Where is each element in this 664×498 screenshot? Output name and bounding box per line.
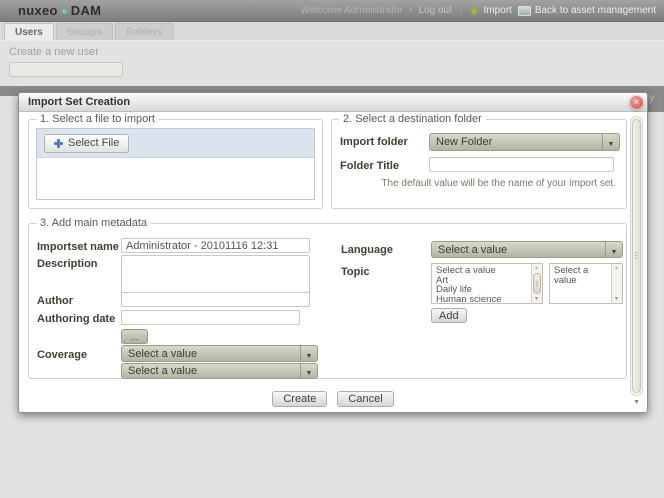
topic-options-list: Select a value Art Daily life Human scie… bbox=[432, 264, 531, 303]
dialog-scrollbar-thumb[interactable] bbox=[632, 119, 641, 393]
separator-pipe: | bbox=[460, 5, 463, 16]
scrollbar-thumb[interactable] bbox=[533, 273, 541, 294]
chevron-down-icon bbox=[611, 241, 618, 258]
dialog-footer: Create Cancel bbox=[19, 391, 647, 407]
tab-bar: Users Groups Folders bbox=[0, 22, 664, 41]
topic-add-button[interactable]: Add bbox=[431, 308, 467, 323]
coverage-select-2[interactable]: Select a value bbox=[121, 363, 318, 379]
create-button[interactable]: Create bbox=[272, 391, 327, 407]
tab-folders[interactable]: Folders bbox=[115, 23, 173, 40]
import-link[interactable]: Import bbox=[470, 5, 511, 17]
date-picker-button[interactable]: ... bbox=[121, 329, 148, 344]
language-select[interactable]: Select a value bbox=[431, 241, 623, 258]
chevron-down-icon bbox=[306, 345, 313, 362]
coverage-value-1: Select a value bbox=[122, 346, 300, 361]
language-label: Language bbox=[341, 244, 393, 256]
cancel-button[interactable]: Cancel bbox=[337, 391, 393, 407]
topic-selected-option[interactable]: Select a value bbox=[554, 266, 611, 285]
close-icon[interactable]: × bbox=[629, 95, 644, 110]
logo-brand: nuxeo bbox=[18, 3, 58, 18]
topic-option[interactable]: Select a value bbox=[436, 266, 531, 276]
new-user-search-input[interactable] bbox=[9, 62, 123, 77]
dialog-scrollbar[interactable] bbox=[630, 116, 643, 396]
language-value: Select a value bbox=[432, 242, 605, 257]
file-section-legend: 1. Select a file to import bbox=[36, 113, 159, 125]
import-folder-select[interactable]: New Folder bbox=[429, 133, 620, 151]
topic-selected-scrollbar[interactable] bbox=[611, 264, 622, 303]
importset-name-label: Importset name bbox=[37, 241, 119, 253]
import-link-label: Import bbox=[483, 5, 511, 16]
file-upload-area: Select File bbox=[36, 128, 315, 200]
import-folder-dropdown-button[interactable] bbox=[602, 134, 619, 150]
metadata-section-legend: 3. Add main metadata bbox=[36, 217, 151, 229]
import-folder-value: New Folder bbox=[430, 134, 602, 150]
author-input[interactable] bbox=[121, 292, 310, 307]
topic-option[interactable]: Human science bbox=[436, 295, 531, 304]
image-icon bbox=[518, 6, 531, 16]
importset-name-input[interactable] bbox=[121, 238, 310, 253]
coverage-dropdown-button-1[interactable] bbox=[300, 346, 317, 361]
import-set-creation-dialog: Import Set Creation × 1. Select a file t… bbox=[18, 92, 648, 413]
author-label: Author bbox=[37, 295, 73, 307]
authoring-date-input[interactable] bbox=[121, 310, 300, 325]
folder-title-help-text: The default value will be the name of yo… bbox=[352, 178, 616, 189]
create-user-label: Create a new user bbox=[9, 46, 99, 58]
select-file-button[interactable]: Select File bbox=[44, 134, 129, 153]
logo-dot-icon bbox=[62, 9, 67, 14]
import-download-icon bbox=[470, 5, 479, 17]
file-section: 1. Select a file to import Select File bbox=[28, 119, 323, 209]
logo-product: DAM bbox=[71, 3, 102, 18]
coverage-select-1[interactable]: Select a value bbox=[121, 345, 318, 362]
description-label: Description bbox=[37, 258, 98, 270]
select-file-label: Select File bbox=[68, 137, 119, 149]
topic-selected-list: Select a value bbox=[550, 264, 611, 303]
top-header: nuxeo DAM Welcome Administrator • Log ou… bbox=[0, 0, 664, 22]
destination-section-legend: 2. Select a destination folder bbox=[339, 113, 486, 125]
chevron-down-icon bbox=[608, 133, 615, 151]
import-folder-label: Import folder bbox=[340, 136, 408, 148]
coverage-dropdown-button-2[interactable] bbox=[300, 364, 317, 378]
language-dropdown-button[interactable] bbox=[605, 242, 622, 257]
chevron-down-icon bbox=[306, 363, 313, 379]
folder-title-label: Folder Title bbox=[340, 160, 399, 172]
welcome-text: Welcome Administrator bbox=[300, 5, 403, 16]
header-actions: Welcome Administrator • Log out | Import… bbox=[300, 5, 656, 17]
metadata-section: 3. Add main metadata Importset name Desc… bbox=[28, 223, 627, 379]
destination-section: 2. Select a destination folder Import fo… bbox=[331, 119, 627, 209]
app-logo: nuxeo DAM bbox=[18, 3, 101, 18]
coverage-label: Coverage bbox=[37, 349, 87, 361]
dialog-title: Import Set Creation bbox=[19, 93, 647, 112]
topic-options-listbox[interactable]: Select a value Art Daily life Human scie… bbox=[431, 263, 543, 304]
topic-label: Topic bbox=[341, 266, 370, 278]
back-link-label: Back to asset management bbox=[535, 5, 656, 16]
tab-groups[interactable]: Groups bbox=[56, 23, 114, 40]
topic-selected-listbox[interactable]: Select a value bbox=[549, 263, 623, 304]
tab-users[interactable]: Users bbox=[4, 23, 54, 40]
plus-icon bbox=[54, 139, 63, 148]
file-upload-toolbar: Select File bbox=[37, 129, 314, 158]
separator-bullet: • bbox=[409, 5, 413, 16]
folder-title-input[interactable] bbox=[429, 157, 614, 172]
authoring-date-label: Authoring date bbox=[37, 313, 115, 325]
back-to-asset-management-link[interactable]: Back to asset management bbox=[518, 5, 656, 16]
screen: nuxeo DAM Welcome Administrator • Log ou… bbox=[0, 0, 664, 498]
coverage-value-2: Select a value bbox=[122, 364, 300, 378]
logout-link[interactable]: Log out bbox=[418, 5, 451, 16]
topic-options-scrollbar[interactable] bbox=[531, 264, 542, 303]
